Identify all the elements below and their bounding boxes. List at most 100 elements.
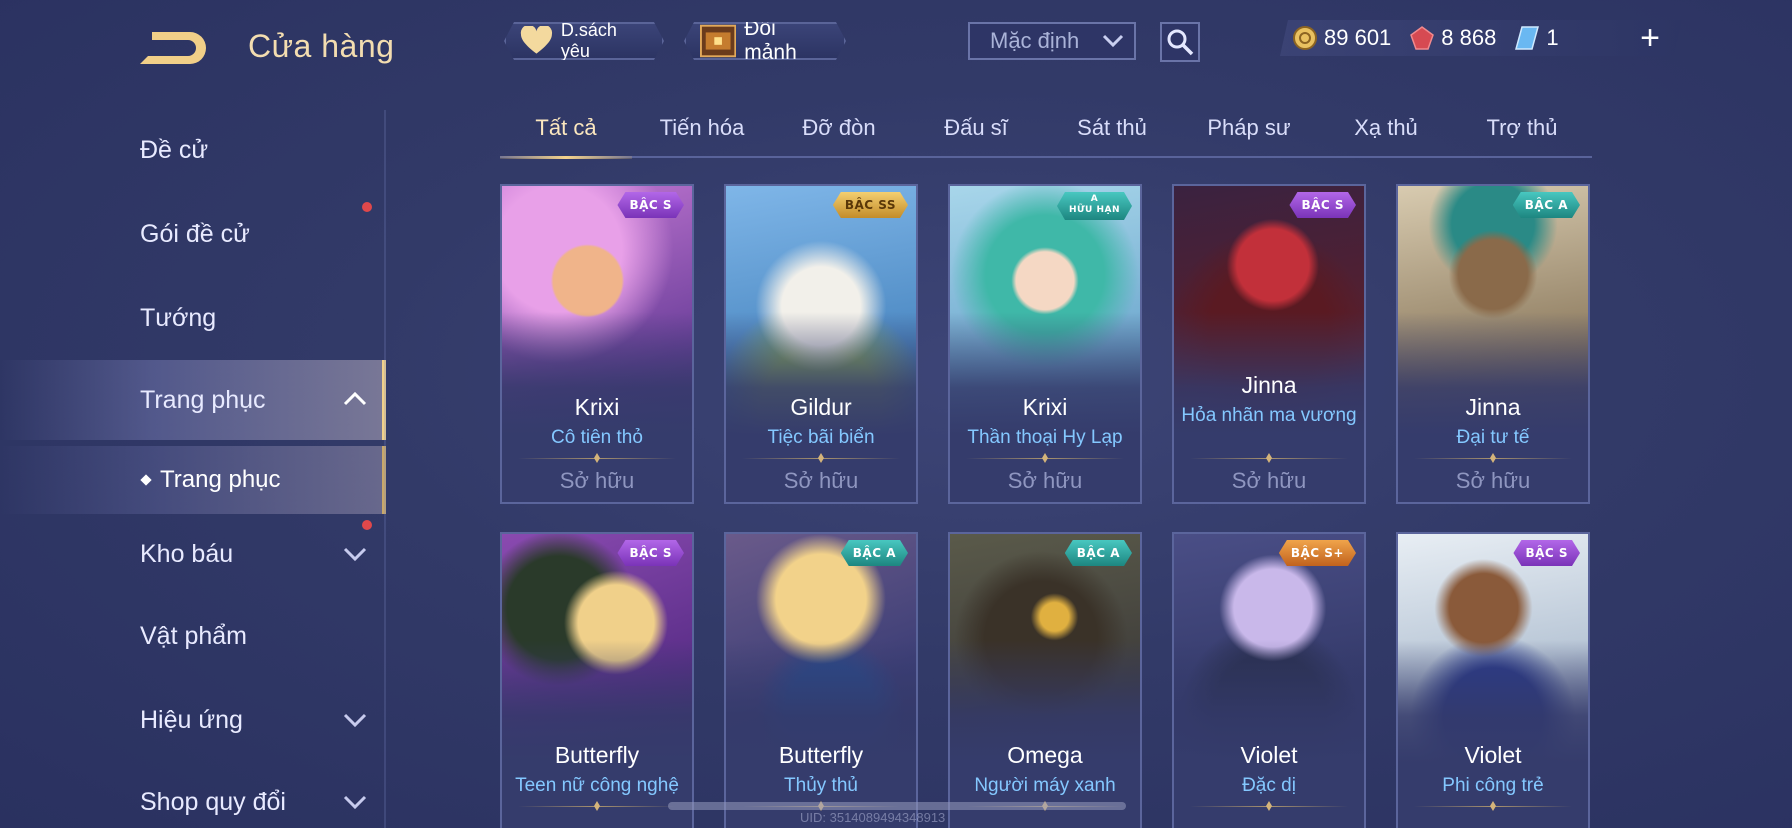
tier-sub-label: HỮU HẠN bbox=[1068, 205, 1120, 215]
currency-bar: 89 601 8 868 1 bbox=[1280, 20, 1682, 56]
diamond-bullet-icon bbox=[140, 474, 152, 486]
chevron-down-icon bbox=[343, 547, 367, 562]
sidebar-item-label: Hiệu ứng bbox=[140, 705, 243, 734]
plus-icon: + bbox=[1640, 19, 1660, 57]
sidebar-item-skins[interactable]: Trang phục bbox=[0, 360, 386, 440]
tier-badge: BẬC S bbox=[1289, 192, 1356, 218]
skin-card[interactable]: BẬC A Butterfly Thủy thủ bbox=[724, 532, 918, 828]
owned-status: Sở hữu bbox=[559, 468, 635, 493]
sidebar-item-featured[interactable]: Đề cử bbox=[0, 110, 386, 190]
sidebar-item-label: Đề cử bbox=[140, 135, 209, 164]
skin-name: Đặc dị bbox=[1242, 775, 1296, 796]
sidebar-item-effects[interactable]: Hiệu ứng bbox=[0, 680, 386, 760]
tab-mage[interactable]: Pháp sư bbox=[1183, 112, 1315, 156]
skin-card[interactable]: BẬC S+ Violet Đặc dị bbox=[1172, 532, 1366, 828]
chevron-down-icon bbox=[343, 795, 367, 810]
card-divider bbox=[1414, 458, 1572, 459]
skin-name: Thủy thủ bbox=[784, 775, 858, 796]
skin-card[interactable]: BẬC S Butterfly Teen nữ công nghệ bbox=[500, 532, 694, 828]
gem-currency: 8 868 bbox=[1409, 25, 1496, 51]
hero-name: Gildur bbox=[790, 394, 852, 420]
skin-name: Teen nữ công nghệ bbox=[515, 775, 679, 796]
sidebar-subitem-label: Trang phục bbox=[160, 466, 281, 493]
sidebar: Đề cử Gói đề cử Tướng Trang phục Trang p… bbox=[0, 110, 386, 828]
tier-label: A bbox=[1090, 194, 1099, 204]
exchange-shards-button[interactable]: Đổi mảnh bbox=[684, 22, 846, 60]
sidebar-item-featured-packs[interactable]: Gói đề cử bbox=[0, 194, 386, 274]
tab-marksman[interactable]: Xạ thủ bbox=[1320, 112, 1452, 156]
card-divider bbox=[1414, 806, 1572, 807]
skin-card[interactable]: BẬC S Jinna Hỏa nhãn ma vương Sở hữu bbox=[1172, 184, 1366, 504]
back-button[interactable] bbox=[138, 26, 216, 68]
card-shade bbox=[1174, 640, 1364, 828]
scroll-indicator[interactable] bbox=[668, 802, 1126, 810]
role-tabs: Tất cả Tiến hóa Đỡ đòn Đấu sĩ Sát thủ Ph… bbox=[500, 112, 1592, 159]
add-currency-button[interactable]: + bbox=[1636, 20, 1664, 56]
sidebar-item-label: Kho báu bbox=[140, 539, 234, 568]
hero-name: Jinna bbox=[1241, 372, 1297, 398]
tier-badge: BẬC A bbox=[1513, 192, 1580, 218]
card-shade bbox=[950, 640, 1140, 828]
page-title: Cửa hàng bbox=[248, 28, 395, 64]
card-shade bbox=[1398, 640, 1588, 828]
sidebar-item-treasure[interactable]: Kho báu bbox=[0, 514, 386, 594]
hero-name: Krixi bbox=[574, 394, 620, 420]
skin-name: Người máy xanh bbox=[974, 775, 1116, 796]
hero-name: Butterfly bbox=[778, 742, 864, 768]
voucher-currency: 1 bbox=[1514, 25, 1558, 51]
sidebar-item-label: Shop quy đổi bbox=[140, 787, 286, 816]
skin-card[interactable]: BẬC A Jinna Đại tư tế Sở hữu bbox=[1396, 184, 1590, 504]
tier-badge: BẬC S bbox=[617, 192, 684, 218]
tab-support[interactable]: Trợ thủ bbox=[1456, 112, 1588, 156]
treasure-chest-icon bbox=[700, 24, 736, 58]
hero-name: Omega bbox=[1007, 742, 1083, 768]
chevron-down-icon bbox=[343, 713, 367, 728]
skin-card[interactable]: A HỮU HẠN Krixi Thần thoại Hy Lạp Sở hữu bbox=[948, 184, 1142, 504]
sort-dropdown[interactable]: Mặc định bbox=[968, 22, 1136, 60]
owned-status: Sở hữu bbox=[1007, 468, 1083, 493]
chevron-up-icon bbox=[343, 391, 367, 406]
tab-tank[interactable]: Đỡ đòn bbox=[773, 112, 905, 156]
tab-all[interactable]: Tất cả bbox=[500, 112, 632, 159]
hero-name: Krixi bbox=[1022, 394, 1068, 420]
skin-name: Cô tiên thỏ bbox=[551, 427, 643, 448]
card-divider bbox=[742, 458, 900, 459]
sidebar-item-items[interactable]: Vật phẩm bbox=[0, 596, 386, 676]
favorites-button[interactable]: D.sách yêu bbox=[504, 22, 664, 60]
skin-name: Phi công trẻ bbox=[1442, 775, 1544, 796]
skin-card[interactable]: BẬC S Violet Phi công trẻ bbox=[1396, 532, 1590, 828]
sidebar-item-label: Tướng bbox=[140, 303, 217, 332]
owned-status: Sở hữu bbox=[1231, 468, 1307, 493]
heart-icon bbox=[520, 26, 553, 56]
tier-badge: A HỮU HẠN bbox=[1057, 192, 1132, 220]
back-arrow-icon bbox=[140, 32, 206, 64]
skin-card[interactable]: BẬC S Krixi Cô tiên thỏ Sở hữu bbox=[500, 184, 694, 504]
gold-coin-icon bbox=[1292, 25, 1318, 51]
search-button[interactable] bbox=[1160, 22, 1200, 62]
notification-dot bbox=[362, 202, 372, 212]
tab-fighter[interactable]: Đấu sĩ bbox=[910, 112, 1042, 156]
skin-name: Đại tư tế bbox=[1456, 427, 1530, 448]
skin-name: Tiệc bãi biển bbox=[767, 427, 875, 448]
red-gem-icon bbox=[1409, 25, 1435, 51]
voucher-amount: 1 bbox=[1546, 25, 1559, 50]
gold-amount: 89 601 bbox=[1324, 25, 1392, 50]
sidebar-item-heroes[interactable]: Tướng bbox=[0, 278, 386, 358]
skin-card[interactable]: BẬC A Omega Người máy xanh bbox=[948, 532, 1142, 828]
sidebar-item-exchange-shop[interactable]: Shop quy đổi bbox=[0, 762, 386, 828]
search-icon bbox=[1167, 29, 1194, 56]
card-divider bbox=[518, 458, 676, 459]
tab-evolution[interactable]: Tiến hóa bbox=[636, 112, 768, 156]
hero-name: Butterfly bbox=[554, 742, 640, 768]
owned-status: Sở hữu bbox=[1455, 468, 1531, 493]
hero-name: Violet bbox=[1240, 742, 1298, 768]
sidebar-item-label: Trang phục bbox=[140, 385, 266, 414]
skin-name: Thần thoại Hy Lạp bbox=[967, 427, 1123, 448]
sidebar-subitem-skins[interactable]: Trang phục bbox=[0, 446, 386, 514]
gem-amount: 8 868 bbox=[1441, 25, 1497, 50]
gold-currency: 89 601 bbox=[1292, 25, 1391, 51]
sort-selected-value: Mặc định bbox=[990, 28, 1080, 53]
skin-card[interactable]: BẬC SS Gildur Tiệc bãi biển Sở hữu bbox=[724, 184, 918, 504]
uid-label: UID: 3514089494348913 bbox=[800, 810, 946, 825]
tab-assassin[interactable]: Sát thủ bbox=[1046, 112, 1178, 156]
